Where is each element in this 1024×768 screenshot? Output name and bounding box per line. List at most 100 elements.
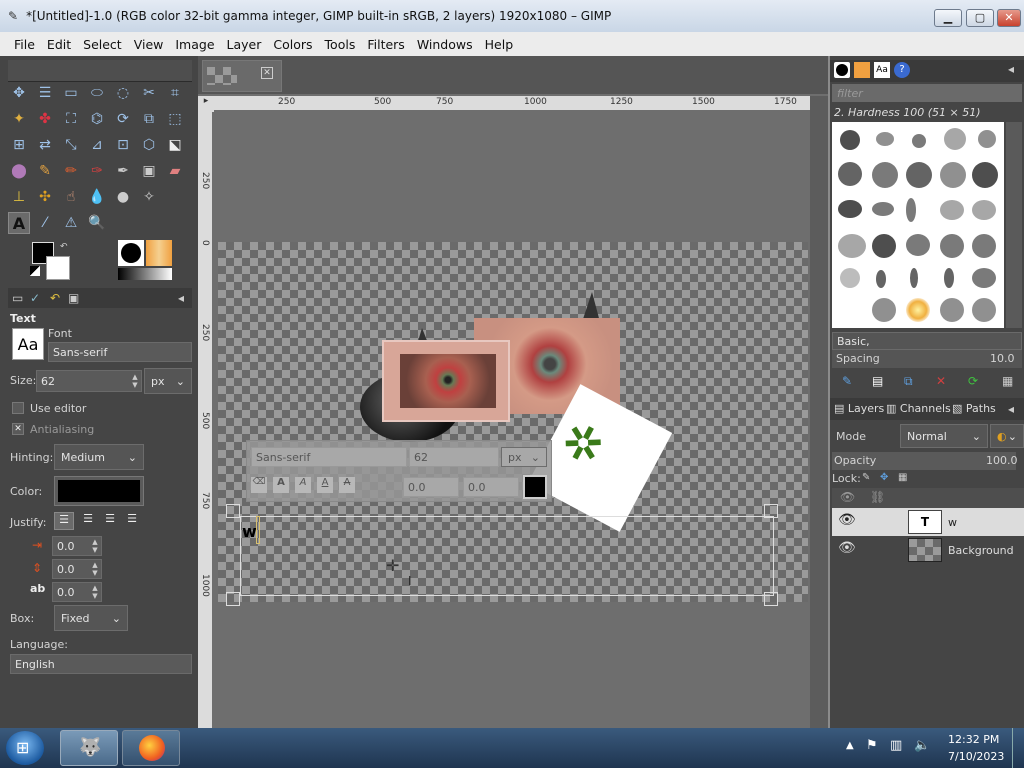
- spacing-slider[interactable]: Spacing 10.0: [832, 350, 1022, 368]
- brush-scrollbar[interactable]: [1006, 122, 1022, 328]
- move-tool-icon[interactable]: ✥: [8, 82, 30, 104]
- kerning-field[interactable]: 0.0: [463, 477, 519, 497]
- zoom-tool-icon[interactable]: 🔍: [86, 212, 108, 234]
- rect-select-icon[interactable]: ▭: [60, 82, 82, 104]
- smudge-icon[interactable]: ☝: [60, 186, 82, 208]
- layer-visibility-eye-icon[interactable]: 👁: [838, 512, 856, 528]
- overlay-font-field[interactable]: Sans-serif: [251, 447, 407, 467]
- scale-tool-icon[interactable]: ⤡: [60, 134, 82, 156]
- lock-pixels-icon[interactable]: ✎: [862, 472, 870, 483]
- open-as-image-icon[interactable]: ▦: [1002, 374, 1013, 388]
- brush-preview[interactable]: [118, 240, 144, 266]
- paintbrush-icon[interactable]: ✎: [34, 160, 56, 182]
- fonts-tab-icon[interactable]: Aa: [874, 62, 890, 78]
- brush-grid[interactable]: [832, 122, 1004, 328]
- eraser-icon[interactable]: ▰: [164, 160, 186, 182]
- justify-left-icon[interactable]: ☰: [54, 512, 74, 530]
- italic-icon[interactable]: A: [295, 477, 311, 493]
- duplicate-brush-icon[interactable]: ⧉: [904, 374, 913, 389]
- font-preview-button[interactable]: Aa: [12, 328, 44, 360]
- scissors-select-icon[interactable]: ✂: [138, 82, 160, 104]
- hinting-select[interactable]: Medium ⌄: [54, 444, 144, 470]
- composite-mode-select[interactable]: ◐ ⌄: [990, 424, 1024, 448]
- brush-preset-select[interactable]: Basic,: [832, 332, 1022, 350]
- align-tool-icon[interactable]: ☰: [34, 82, 56, 104]
- maximize-button[interactable]: ▢: [966, 9, 994, 27]
- patterns-tab-icon[interactable]: [854, 62, 870, 78]
- text-box-handle[interactable]: [226, 592, 240, 606]
- overlay-size-field[interactable]: 62: [409, 447, 499, 467]
- heal-tool-icon[interactable]: ✣: [34, 186, 56, 208]
- lasso-select-icon[interactable]: ◌: [112, 82, 134, 104]
- menu-windows[interactable]: Windows: [411, 37, 479, 52]
- overlay-color-button[interactable]: [523, 475, 547, 499]
- layers-tab-menu-icon[interactable]: ◂: [1008, 402, 1014, 416]
- justify-fill-icon[interactable]: ☰: [122, 512, 142, 530]
- show-hidden-icons-icon[interactable]: ▲: [846, 740, 854, 751]
- bold-icon[interactable]: A: [273, 477, 289, 493]
- edit-brush-icon[interactable]: ✎: [842, 374, 852, 388]
- box-select[interactable]: Fixed ⌄: [54, 605, 128, 631]
- perspective-tool-icon[interactable]: ⬚: [164, 108, 186, 130]
- vertical-scrollbar[interactable]: [810, 96, 828, 728]
- airbrush-icon[interactable]: ✑: [86, 160, 108, 182]
- color-select-icon[interactable]: ✤: [34, 108, 56, 130]
- help-tab-icon[interactable]: ?: [894, 62, 910, 78]
- indent-spin-icon[interactable]: ▲ ▼: [90, 538, 100, 554]
- crop-tool-icon[interactable]: ⌗: [164, 82, 186, 104]
- ellipse-select-icon[interactable]: ⬭: [86, 82, 108, 104]
- overlay-unit-select[interactable]: px ⌄: [501, 447, 547, 467]
- refresh-brushes-icon[interactable]: ⟳: [968, 374, 978, 388]
- background-color-swatch[interactable]: [46, 256, 70, 280]
- volume-icon[interactable]: 🔈: [914, 738, 930, 753]
- close-button[interactable]: ✕: [997, 9, 1021, 27]
- pattern-preview[interactable]: [146, 240, 172, 266]
- menu-tools[interactable]: Tools: [319, 37, 362, 52]
- language-field[interactable]: English: [10, 654, 192, 674]
- tab-paths[interactable]: ▧ Paths: [952, 402, 996, 415]
- mypaint-brush-icon[interactable]: ▣: [138, 160, 160, 182]
- fill-tool-icon[interactable]: ⬤: [8, 160, 30, 182]
- layer-visibility-eye-icon[interactable]: 👁: [838, 540, 856, 556]
- layer-row[interactable]: 👁 Background: [832, 536, 1024, 564]
- delete-brush-icon[interactable]: ✕: [936, 374, 946, 388]
- new-brush-icon[interactable]: ▤: [872, 374, 883, 388]
- menu-file[interactable]: File: [0, 37, 41, 52]
- handle-transform-icon[interactable]: ⊡: [112, 134, 134, 156]
- dock-tab-menu-icon[interactable]: ◂: [1008, 62, 1014, 76]
- undo-history-tab-icon[interactable]: ↶: [50, 291, 60, 305]
- strikethrough-icon[interactable]: A: [339, 477, 355, 493]
- default-colors-icon[interactable]: [30, 266, 40, 276]
- line-spacing-spin-icon[interactable]: ▲ ▼: [90, 561, 100, 577]
- warp-transform-icon[interactable]: ⧉: [138, 108, 160, 130]
- tool-options-tab-icon[interactable]: ▭: [12, 291, 23, 305]
- text-tool-icon[interactable]: A: [8, 212, 30, 234]
- blur-tool-icon[interactable]: 💧: [86, 186, 108, 208]
- tab-layers[interactable]: ▤ Layers: [834, 402, 884, 415]
- justify-right-icon[interactable]: ☰: [78, 512, 98, 530]
- size-field[interactable]: 62: [36, 370, 142, 392]
- taskbar-firefox-button[interactable]: [122, 730, 180, 766]
- flip-tool-icon[interactable]: ⇄: [34, 134, 56, 156]
- layer-mode-select[interactable]: Normal ⌄: [900, 424, 988, 448]
- paths-tool-icon[interactable]: ✧: [138, 186, 160, 208]
- gegl-op-icon[interactable]: ⬕: [164, 134, 186, 156]
- menu-view[interactable]: View: [128, 37, 170, 52]
- opacity-slider[interactable]: Opacity 100.0: [832, 452, 1018, 470]
- antialiasing-checkbox[interactable]: ✕: [12, 423, 24, 435]
- taskbar-gimp-button[interactable]: 🐺: [60, 730, 118, 766]
- device-status-tab-icon[interactable]: ✓: [30, 291, 40, 305]
- cage-transform-icon[interactable]: ⊞: [8, 134, 30, 156]
- shear-tool-icon[interactable]: ⊿: [86, 134, 108, 156]
- text-box-handle[interactable]: [226, 504, 240, 518]
- menu-image[interactable]: Image: [169, 37, 220, 52]
- size-unit-select[interactable]: px ⌄: [144, 368, 192, 394]
- brush-filter-input[interactable]: filter: [832, 84, 1022, 102]
- justify-center-icon[interactable]: ☰: [100, 512, 120, 530]
- measure-tool-icon[interactable]: ⚠: [60, 212, 82, 234]
- image-tab-close-icon[interactable]: ✕: [261, 67, 273, 79]
- clock-date[interactable]: 7/10/2023: [948, 750, 1004, 763]
- 3d-transform-icon[interactable]: ⬡: [138, 134, 160, 156]
- lock-alpha-icon[interactable]: ▦: [898, 472, 907, 483]
- lock-position-icon[interactable]: ✥: [880, 472, 888, 483]
